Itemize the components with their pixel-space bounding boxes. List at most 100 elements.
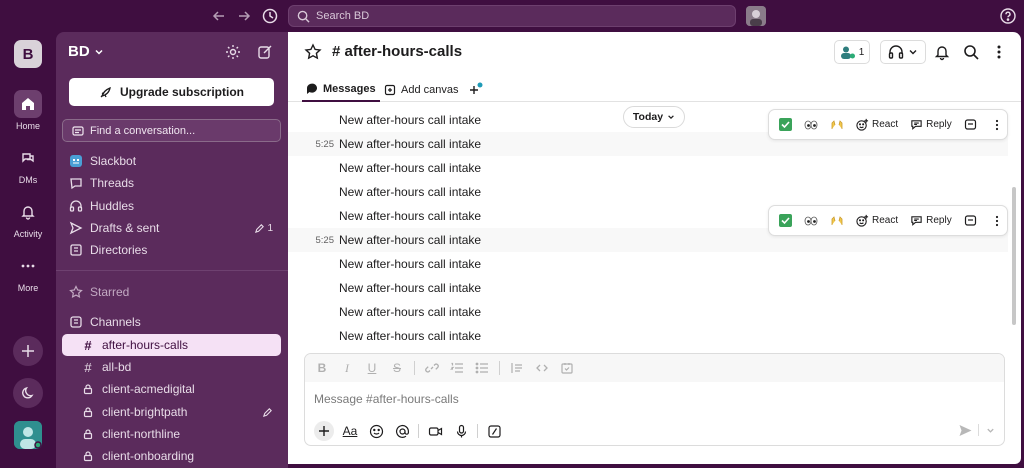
back-arrow-icon[interactable]	[210, 7, 228, 25]
message-input[interactable]: Message #after-hours-calls	[314, 392, 459, 406]
channel-title[interactable]: # after-hours-calls	[332, 43, 462, 60]
sidebar-item-drafts[interactable]: Drafts & sent 1	[62, 217, 281, 239]
history-icon[interactable]	[261, 7, 279, 25]
sidebar-item-slackbot[interactable]: Slackbot	[62, 150, 281, 172]
upgrade-subscription-button[interactable]: Upgrade subscription	[69, 78, 274, 106]
tab-label: Add canvas	[401, 84, 459, 96]
date-divider-button[interactable]: Today	[623, 106, 685, 128]
message-row[interactable]: New after-hours call intake	[288, 180, 1008, 204]
save-message-icon[interactable]	[964, 118, 978, 132]
members-button[interactable]: 1	[834, 40, 870, 64]
sidebar-channel-client-brightpath[interactable]: client-brightpath	[62, 401, 281, 423]
star-channel-icon[interactable]	[304, 43, 322, 61]
bullet-list-icon[interactable]	[474, 360, 490, 376]
quote-icon[interactable]	[509, 360, 525, 376]
notifications-icon[interactable]	[933, 43, 951, 61]
user-avatar[interactable]	[14, 421, 42, 449]
workspace-name-button[interactable]: BD	[68, 43, 104, 60]
settings-gear-icon[interactable]	[224, 43, 242, 61]
checkmark-emoji-icon[interactable]	[778, 214, 792, 228]
rail-item-dms[interactable]: DMs	[0, 144, 56, 185]
upgrade-label: Upgrade subscription	[119, 85, 244, 99]
sidebar-item-threads[interactable]: Threads	[62, 172, 281, 194]
video-icon[interactable]	[425, 421, 445, 441]
underline-icon[interactable]: U	[364, 360, 380, 376]
workspace-switcher[interactable]: B	[14, 40, 42, 68]
bold-icon[interactable]: B	[314, 360, 330, 376]
message-row[interactable]: New after-hours call intake	[288, 252, 1008, 276]
theme-toggle-button[interactable]	[13, 378, 43, 408]
add-workspace-button[interactable]	[13, 336, 43, 366]
more-vertical-icon[interactable]	[990, 43, 1008, 61]
raised-hands-emoji-icon[interactable]	[830, 118, 844, 132]
rail-item-more[interactable]: More	[0, 252, 56, 293]
sidebar-channel-after-hours-calls[interactable]: # after-hours-calls	[62, 334, 281, 356]
sidebar-item-huddles[interactable]: Huddles	[62, 195, 281, 217]
sidebar-channel-client-acmedigital[interactable]: client-acmedigital	[62, 378, 281, 400]
eyes-emoji-icon[interactable]	[804, 214, 818, 228]
ordered-list-icon[interactable]	[449, 360, 465, 376]
sidebar-item-directories[interactable]: Directories	[62, 239, 281, 261]
message-row[interactable]: New after-hours call intake	[288, 276, 1008, 300]
code-icon[interactable]	[534, 360, 550, 376]
compose-icon[interactable]	[256, 43, 274, 61]
section-starred[interactable]: Starred	[62, 281, 281, 303]
find-conversation-input[interactable]: Find a conversation...	[62, 119, 281, 142]
rail-item-activity[interactable]: Activity	[0, 198, 56, 239]
raised-hands-emoji-icon[interactable]	[830, 214, 844, 228]
message-row[interactable]: New after-hours call intake	[288, 324, 1008, 348]
message-row[interactable]: New after-hours call intake	[288, 156, 1008, 180]
save-message-icon[interactable]	[964, 214, 978, 228]
huddle-button[interactable]	[880, 40, 926, 64]
top-bar: Search BD	[0, 0, 1024, 32]
eyes-emoji-icon[interactable]	[804, 118, 818, 132]
microphone-icon[interactable]	[451, 421, 471, 441]
link-icon[interactable]	[424, 360, 440, 376]
search-icon[interactable]	[962, 43, 980, 61]
search-input[interactable]: Search BD	[288, 5, 736, 27]
reply-button[interactable]: Reply	[910, 118, 952, 131]
tab-messages[interactable]: Messages	[302, 78, 380, 102]
message-row[interactable]: New after-hours call intake	[288, 300, 1008, 324]
section-channels[interactable]: Channels	[62, 311, 281, 333]
hash-icon: #	[84, 359, 92, 375]
attach-plus-icon[interactable]	[314, 421, 334, 441]
headphones-icon	[888, 45, 904, 59]
messages-scrollbar[interactable]	[1012, 187, 1016, 325]
sidebar-item-label: Threads	[90, 176, 135, 190]
slash-command-icon[interactable]	[484, 421, 504, 441]
send-icon[interactable]	[955, 420, 975, 440]
italic-icon[interactable]: I	[339, 360, 355, 376]
workspace-avatar[interactable]	[746, 6, 766, 26]
react-button[interactable]: React	[856, 214, 898, 227]
emoji-icon[interactable]	[366, 421, 386, 441]
checkmark-emoji-icon[interactable]	[778, 118, 792, 132]
channels-icon	[69, 315, 83, 329]
message-time[interactable]: 5:25	[312, 139, 335, 150]
add-tab-button[interactable]	[468, 78, 484, 102]
chevron-down-icon	[909, 50, 917, 55]
react-button[interactable]: React	[856, 118, 898, 131]
reply-icon	[911, 120, 922, 130]
strikethrough-icon[interactable]: S	[389, 360, 405, 376]
tab-add-canvas[interactable]: Add canvas	[384, 78, 458, 102]
help-icon[interactable]	[999, 7, 1017, 25]
rail-item-home[interactable]: Home	[0, 90, 56, 131]
message-time[interactable]: 5:25	[312, 235, 335, 246]
text-format-toggle[interactable]: Aa	[340, 421, 360, 441]
sidebar-channel-all-bd[interactable]: # all-bd	[62, 356, 281, 378]
sidebar-channel-client-onboarding[interactable]: client-onboarding	[62, 445, 281, 467]
sidebar-channel-client-northline[interactable]: client-northline	[62, 423, 281, 445]
more-actions-icon[interactable]	[990, 118, 1004, 132]
divider	[56, 270, 288, 271]
chevron-down-icon[interactable]	[983, 420, 997, 440]
reply-button[interactable]: Reply	[910, 214, 952, 227]
more-actions-icon[interactable]	[990, 214, 1004, 228]
mention-icon[interactable]	[392, 421, 412, 441]
code-block-icon[interactable]	[559, 360, 575, 376]
rocket-icon	[100, 86, 111, 98]
forward-arrow-icon[interactable]	[235, 7, 253, 25]
messages-icon	[307, 83, 317, 94]
message-text: New after-hours call intake	[339, 305, 482, 319]
message-actions-toolbar: React Reply	[768, 109, 1008, 140]
